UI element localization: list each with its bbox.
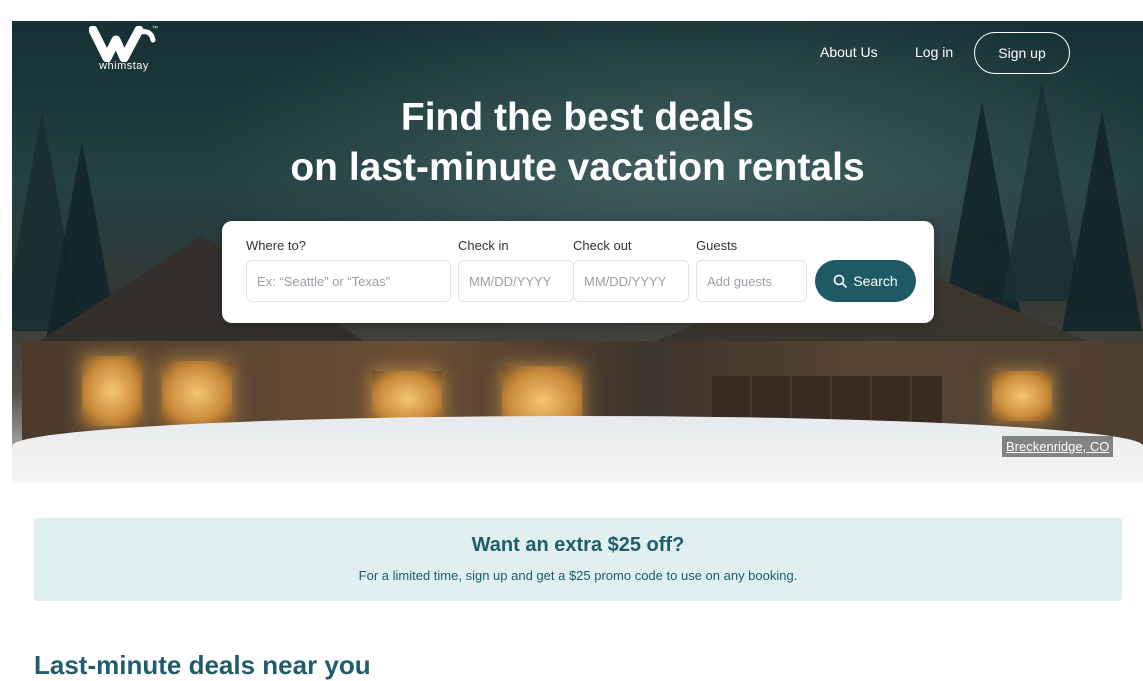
photo-location-link[interactable]: Breckenridge, CO — [1002, 436, 1114, 457]
hero-title: Find the best deals on last-minute vacat… — [12, 93, 1143, 193]
search-button[interactable]: Search — [815, 260, 916, 302]
nav-about-us[interactable]: About Us — [820, 44, 878, 60]
check-in-input[interactable] — [458, 260, 574, 302]
check-out-input[interactable] — [573, 260, 689, 302]
deals-section-title: Last-minute deals near you — [34, 650, 371, 680]
sign-up-button[interactable]: Sign up — [974, 32, 1070, 74]
lit-window — [82, 356, 142, 426]
search-icon — [834, 274, 848, 288]
search-panel: Where to? Check in Check out Guests Sear… — [222, 221, 934, 323]
snow-ground — [12, 416, 1143, 483]
guests-input[interactable] — [696, 260, 807, 302]
lit-window — [992, 371, 1052, 421]
search-button-label: Search — [853, 273, 898, 289]
promo-text: For a limited time, sign up and get a $2… — [358, 568, 798, 583]
hero-title-line2: on last-minute vacation rentals — [290, 146, 865, 189]
check-out-label: Check out — [573, 238, 632, 253]
promo-title: Want an extra $25 off? — [471, 534, 685, 556]
nav-log-in[interactable]: Log in — [915, 44, 953, 60]
where-label: Where to? — [246, 238, 306, 253]
check-in-label: Check in — [458, 238, 509, 253]
promo-banner: Want an extra $25 off? For a limited tim… — [34, 518, 1122, 601]
trademark-symbol: ™ — [152, 26, 158, 32]
guests-label: Guests — [696, 238, 738, 253]
w-logo-icon — [89, 26, 156, 62]
logo-wordmark: whimstay — [99, 60, 149, 72]
whimstay-logo[interactable]: ™ whimstay — [84, 26, 164, 76]
lit-window — [162, 361, 232, 426]
hero-title-line1: Find the best deals — [400, 96, 755, 139]
destination-input[interactable] — [246, 260, 451, 302]
